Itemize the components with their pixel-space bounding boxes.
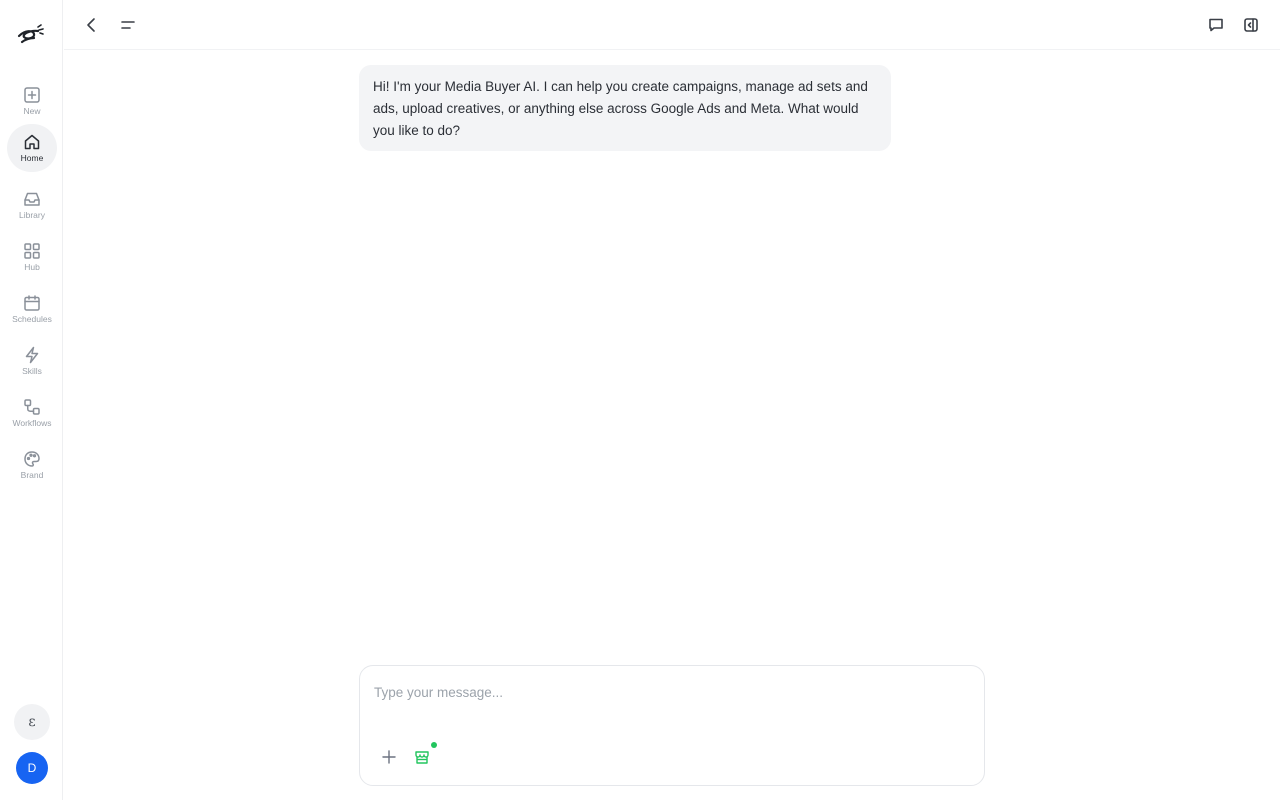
plus-icon: [382, 750, 396, 764]
sidebar-item-workflows[interactable]: Workflows: [7, 389, 57, 437]
sidebar-item-label: Workflows: [12, 418, 52, 428]
brand-logo[interactable]: [16, 18, 46, 46]
sidebar-item-hub[interactable]: Hub: [7, 233, 57, 281]
store-connector-button[interactable]: [410, 745, 434, 769]
chat-button[interactable]: [1204, 13, 1228, 37]
assistant-message: Hi! I'm your Media Buyer AI. I can help …: [359, 65, 891, 151]
attach-button[interactable]: [377, 745, 401, 769]
sidebar-item-skills[interactable]: Skills: [7, 337, 57, 385]
sidebar-item-label: Library: [19, 210, 45, 220]
grid-icon: [24, 243, 40, 259]
message-input[interactable]: [374, 680, 964, 704]
menu-lines-icon: [121, 21, 135, 29]
plus-square-icon: [24, 87, 40, 103]
sidebar-item-library[interactable]: Library: [7, 181, 57, 229]
storefront-icon: [415, 751, 429, 764]
top-bar: [64, 0, 1280, 50]
message-composer: [359, 665, 985, 786]
lightning-icon: [25, 346, 39, 364]
palette-icon: [24, 451, 40, 467]
sidebar-item-label: Home: [20, 153, 44, 163]
sidebar-item-label: New: [23, 106, 41, 116]
calendar-icon: [24, 295, 40, 311]
logo-icon: [17, 24, 44, 44]
sidebar-item-schedules[interactable]: Schedules: [7, 285, 57, 333]
assistant-switch-button[interactable]: ε: [14, 704, 50, 740]
sidebar-item-new[interactable]: New: [7, 77, 57, 125]
sidebar: New Home Library Hub Schedules Skills Wo…: [0, 0, 63, 800]
home-icon: [24, 134, 40, 150]
connected-status-dot: [431, 742, 437, 748]
avatar[interactable]: D: [16, 752, 48, 784]
panel-right-icon: [1244, 18, 1258, 32]
toggle-panel-button[interactable]: [1239, 13, 1263, 37]
workflow-icon: [24, 399, 40, 415]
sidebar-item-label: Hub: [24, 262, 40, 272]
sidebar-item-label: Brand: [20, 470, 44, 480]
inbox-icon: [24, 192, 40, 206]
chevron-left-icon: [87, 18, 95, 32]
sidebar-item-label: Skills: [22, 366, 42, 376]
sidebar-item-home[interactable]: Home: [7, 124, 57, 172]
app-root: New Home Library Hub Schedules Skills Wo…: [0, 0, 1280, 800]
sidebar-item-brand[interactable]: Brand: [7, 441, 57, 489]
menu-button[interactable]: [116, 13, 140, 37]
sidebar-item-label: Schedules: [12, 314, 52, 324]
back-button[interactable]: [80, 13, 104, 37]
message-square-icon: [1209, 18, 1223, 32]
